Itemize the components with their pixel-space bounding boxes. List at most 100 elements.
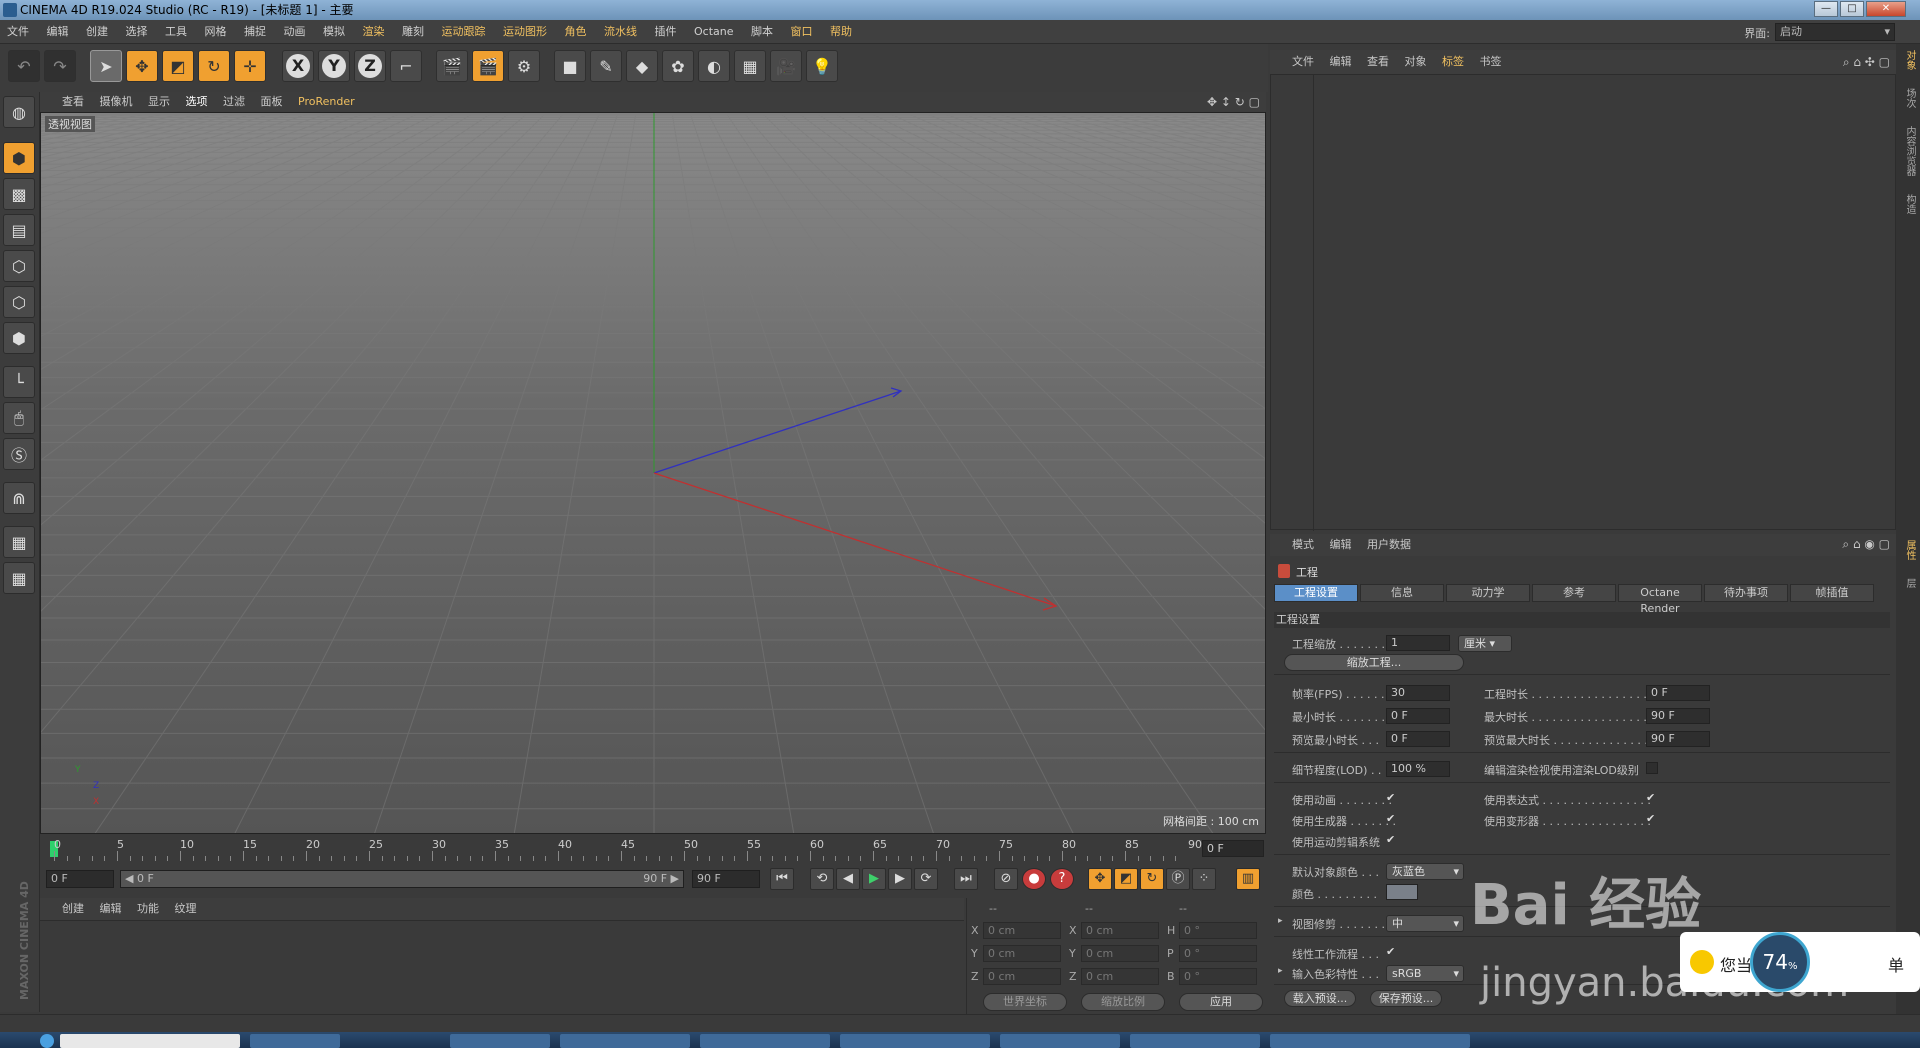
record-icon[interactable]: ● xyxy=(1022,868,1046,890)
viewport-menu-display[interactable]: 显示 xyxy=(142,92,176,112)
material-menu-edit[interactable]: 编辑 xyxy=(94,898,128,920)
material-menu-function[interactable]: 功能 xyxy=(131,898,165,920)
previous-frame-icon[interactable]: ◀ xyxy=(836,868,860,890)
position-z-field[interactable]: 0 cm xyxy=(983,968,1061,985)
size-x-field[interactable]: 0 cm xyxy=(1081,922,1159,939)
object-column-divider[interactable] xyxy=(1313,75,1314,531)
project-time-field[interactable]: 0 F xyxy=(1646,685,1710,701)
material-menu-create[interactable]: 创建 xyxy=(40,898,90,920)
material-menu-texture[interactable]: 纹理 xyxy=(169,898,203,920)
menu-plugins[interactable]: 插件 xyxy=(648,20,684,44)
attribute-menu-user-data[interactable]: 用户数据 xyxy=(1361,534,1417,556)
viewport-menu-view[interactable]: 查看 xyxy=(40,92,90,112)
size-z-field[interactable]: 0 cm xyxy=(1081,968,1159,985)
z-axis-icon[interactable]: Z xyxy=(354,50,386,82)
vtab-attributes[interactable]: 属性 xyxy=(1899,540,1917,560)
cube-icon[interactable]: ■ xyxy=(554,50,586,82)
menu-snap[interactable]: 捕捉 xyxy=(237,20,273,44)
points-mode-icon[interactable]: ⬡ xyxy=(3,250,35,282)
load-preset-button[interactable]: 载入预设... xyxy=(1284,990,1356,1007)
tab-reference[interactable]: 参考 xyxy=(1532,584,1616,602)
snap-icon[interactable]: ⋒ xyxy=(3,482,35,514)
minimize-button[interactable]: — xyxy=(1814,1,1838,17)
use-expression-checkbox[interactable]: ✔ xyxy=(1646,792,1658,804)
undo-icon[interactable]: ↶ xyxy=(8,50,40,82)
menu-mograph[interactable]: 运动图形 xyxy=(496,20,554,44)
color-swatch[interactable] xyxy=(1386,884,1418,900)
menu-sculpt[interactable]: 雕刻 xyxy=(395,20,431,44)
texture-mode-icon[interactable]: ▩ xyxy=(3,178,35,210)
rotation-b-field[interactable]: 0 ° xyxy=(1179,968,1257,985)
tweak-mode-icon[interactable]: 🖱 xyxy=(3,402,35,434)
linear-workflow-checkbox[interactable]: ✔ xyxy=(1386,946,1398,958)
key-rotate-icon[interactable]: ↻ xyxy=(1140,868,1164,890)
apply-button[interactable]: 应用 xyxy=(1179,993,1263,1011)
rotation-p-field[interactable]: 0 ° xyxy=(1179,945,1257,962)
light-icon[interactable]: 💡 xyxy=(806,50,838,82)
tab-project-settings[interactable]: 工程设置 xyxy=(1274,584,1358,602)
solo-icon[interactable]: Ⓢ xyxy=(3,438,35,470)
input-color-select[interactable]: sRGB ▾ xyxy=(1386,965,1464,982)
max-time-field[interactable]: 90 F xyxy=(1646,708,1710,724)
workplane-lock-icon[interactable]: ▦ xyxy=(3,526,35,558)
coord-system-icon[interactable]: ⌐ xyxy=(390,50,422,82)
menu-simulate[interactable]: 模拟 xyxy=(316,20,352,44)
menu-mesh[interactable]: 网格 xyxy=(198,20,234,44)
vtab-content-browser[interactable]: 内容浏览器 xyxy=(1899,126,1917,176)
menu-pipeline[interactable]: 流水线 xyxy=(597,20,644,44)
model-mode-icon[interactable]: ⬢ xyxy=(3,142,35,174)
rotate-icon[interactable]: ↻ xyxy=(198,50,230,82)
autokey-icon[interactable]: ? xyxy=(1050,868,1074,890)
deformer-icon[interactable]: ◐ xyxy=(698,50,730,82)
polygons-mode-icon[interactable]: ⬢ xyxy=(3,322,35,354)
viewport-menu-prorender[interactable]: ProRender xyxy=(292,92,361,112)
lod-field[interactable]: 100 % xyxy=(1386,761,1450,777)
menu-window[interactable]: 窗口 xyxy=(784,20,820,44)
menu-motion-tracking[interactable]: 运动跟踪 xyxy=(435,20,493,44)
object-menu-edit[interactable]: 编辑 xyxy=(1324,50,1358,74)
object-menu-objects[interactable]: 对象 xyxy=(1399,50,1433,74)
previous-key-icon[interactable]: ⟲ xyxy=(810,868,834,890)
project-scale-unit-select[interactable]: 厘米 ▾ xyxy=(1458,635,1512,652)
save-preset-button[interactable]: 保存预设... xyxy=(1370,990,1442,1007)
current-frame-field[interactable]: 0 F xyxy=(1202,840,1264,857)
floor-icon[interactable]: ▦ xyxy=(734,50,766,82)
menu-render[interactable]: 渲染 xyxy=(356,20,392,44)
use-motion-system-checkbox[interactable]: ✔ xyxy=(1386,834,1398,846)
make-editable-icon[interactable]: ◍ xyxy=(3,96,35,128)
go-to-end-icon[interactable]: ⏭ xyxy=(954,868,978,890)
perspective-viewport[interactable]: 透视视图 Y Z X 网格间距 : 100 cm xyxy=(40,112,1266,834)
menu-tools[interactable]: 工具 xyxy=(158,20,194,44)
play-icon[interactable]: ▶ xyxy=(862,868,886,890)
render-settings-icon[interactable]: ⚙ xyxy=(508,50,540,82)
object-menu-bookmarks[interactable]: 书签 xyxy=(1474,50,1508,74)
object-menu-file[interactable]: 文件 xyxy=(1270,50,1320,74)
y-axis-icon[interactable]: Y xyxy=(318,50,350,82)
object-menu-tags[interactable]: 标签 xyxy=(1436,50,1470,74)
close-button[interactable]: ✕ xyxy=(1866,1,1906,17)
move-icon[interactable]: ✥ xyxy=(126,50,158,82)
vtab-layers[interactable]: 层 xyxy=(1899,578,1917,588)
live-select-icon[interactable]: ➤ xyxy=(90,50,122,82)
viewport-nav-icon[interactable]: ✥ ↕ ↻ ▢ xyxy=(1207,95,1260,109)
edges-mode-icon[interactable]: ⬡ xyxy=(3,286,35,318)
vtab-structure[interactable]: 构造 xyxy=(1899,194,1917,214)
vtab-objects[interactable]: 对象 xyxy=(1899,50,1917,70)
position-x-field[interactable]: 0 cm xyxy=(983,922,1061,939)
menu-select[interactable]: 选择 xyxy=(119,20,155,44)
taskbar-item[interactable] xyxy=(60,1034,240,1048)
default-color-select[interactable]: 灰蓝色 ▾ xyxy=(1386,863,1464,880)
workplane-icon[interactable]: ▤ xyxy=(3,214,35,246)
render-lod-checkbox[interactable] xyxy=(1646,762,1658,774)
start-button[interactable] xyxy=(40,1034,54,1048)
expand-arrow-icon[interactable]: ▸ xyxy=(1278,966,1283,976)
tab-dynamics[interactable]: 动力学 xyxy=(1446,584,1530,602)
redo-icon[interactable]: ↷ xyxy=(44,50,76,82)
taskbar-item[interactable] xyxy=(1270,1034,1470,1048)
search-icon[interactable]: ⌕ ⌂ ✣ ▢ xyxy=(1843,55,1890,70)
viewport-menu-panel[interactable]: 面板 xyxy=(255,92,289,112)
start-frame-field[interactable]: 0 F xyxy=(46,870,114,888)
project-scale-field[interactable]: 1 xyxy=(1386,635,1450,651)
key-param-icon[interactable]: Ⓟ xyxy=(1166,868,1190,890)
subdivision-icon[interactable]: ◆ xyxy=(626,50,658,82)
